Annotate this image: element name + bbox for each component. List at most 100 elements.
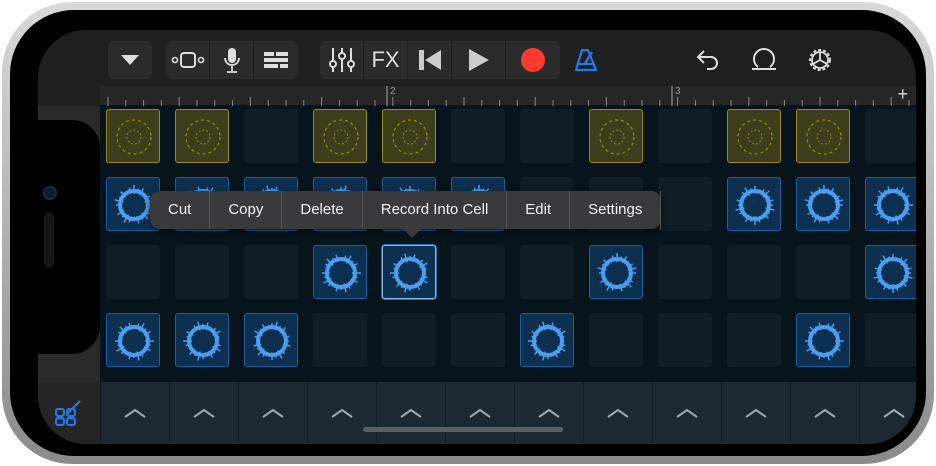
column-trigger[interactable] [169,382,238,444]
transport-group: FX [320,41,560,79]
waveform-ring-icon [323,119,359,155]
edit-grid-icon [55,400,81,426]
menu-record-into-cell[interactable]: Record Into Cell [363,191,508,229]
loop-cell[interactable] [106,313,160,367]
live-loops-grid [100,106,916,402]
loop-cell[interactable] [175,313,229,367]
loop-cell[interactable] [796,177,850,231]
loop-cell[interactable] [589,245,643,299]
view-menu-button[interactable] [108,41,152,79]
menu-copy[interactable]: Copy [210,191,283,229]
menu-edit[interactable]: Edit [507,191,571,229]
column-trigger[interactable] [859,382,916,444]
empty-cell[interactable] [658,177,712,231]
empty-cell[interactable] [796,245,850,299]
empty-cell[interactable] [865,313,916,367]
loop-cell[interactable] [520,313,574,367]
play-button[interactable] [452,41,506,79]
add-section-button[interactable]: + [897,84,908,105]
microphone-icon [223,48,240,73]
mic-button[interactable] [210,41,254,79]
waveform-ring-icon [115,322,154,361]
loop-cell[interactable] [589,109,643,163]
empty-cell[interactable] [451,109,505,163]
metronome-button[interactable] [566,41,606,79]
bar-marker-2: 2 [390,86,396,97]
metronome-icon [574,49,598,71]
mixer-button[interactable] [320,41,364,79]
empty-cell[interactable] [451,313,505,367]
loop-cell[interactable] [175,109,229,163]
fx-button[interactable]: FX [364,41,408,79]
loop-cell[interactable] [313,109,367,163]
undo-button[interactable] [688,41,728,79]
empty-cell[interactable] [865,109,916,163]
chevron-up-icon [193,408,215,418]
loop-cell[interactable] [727,177,781,231]
camera [43,186,57,200]
column-trigger[interactable] [514,382,583,444]
empty-cell[interactable] [727,313,781,367]
loop-cell[interactable] [382,245,436,299]
menu-pointer [403,229,421,238]
menu-cut[interactable]: Cut [150,191,211,229]
waveform-ring-icon [528,321,566,361]
column-trigger[interactable] [583,382,652,444]
loop-cell[interactable] [106,109,160,163]
loop-cell[interactable] [796,109,850,163]
empty-cell[interactable] [658,109,712,163]
waveform-ring-icon [597,253,637,292]
settings-button[interactable] [800,41,840,79]
empty-cell[interactable] [244,109,298,163]
menu-delete[interactable]: Delete [282,191,363,229]
waveform-ring-icon [874,186,913,225]
empty-cell[interactable] [451,245,505,299]
menu-settings[interactable]: Settings [570,191,662,229]
loop-cell[interactable] [727,109,781,163]
column-trigger[interactable] [445,382,514,444]
tracks-view-icon [264,52,288,68]
empty-cell[interactable] [658,245,712,299]
column-trigger[interactable] [307,382,376,444]
empty-cell[interactable] [520,109,574,163]
loop-cell[interactable] [313,245,367,299]
ruler-ticks [107,86,910,106]
empty-cell[interactable] [106,245,160,299]
loop-cell[interactable] [382,109,436,163]
empty-cell[interactable] [520,245,574,299]
go-to-start-button[interactable] [408,41,452,79]
loop-cell[interactable] [244,313,298,367]
chevron-up-icon [883,408,905,418]
column-trigger[interactable] [721,382,790,444]
record-button[interactable] [506,41,560,79]
column-trigger[interactable] [790,382,859,444]
column-triggers [38,382,916,444]
column-trigger[interactable] [652,382,721,444]
column-trigger[interactable] [238,382,307,444]
timeline-ruler[interactable]: 2 3 + [100,84,916,106]
play-icon [468,49,489,71]
empty-cell[interactable] [382,313,436,367]
loop-cell[interactable] [796,313,850,367]
edit-grid-button[interactable] [38,382,100,444]
chevron-up-icon [745,408,767,418]
empty-cell[interactable] [589,313,643,367]
empty-cell[interactable] [727,245,781,299]
waveform-ring-icon [873,254,913,293]
live-loops-button[interactable] [166,41,210,79]
loop-cell[interactable] [865,177,916,231]
browse-group [166,41,298,79]
waveform-ring-icon [185,119,221,155]
column-trigger[interactable] [100,382,169,444]
empty-cell[interactable] [313,313,367,367]
empty-cell[interactable] [244,245,298,299]
column-trigger[interactable] [376,382,445,444]
empty-cell[interactable] [658,313,712,367]
loop-browser-button[interactable] [744,41,784,79]
undo-icon [696,50,718,70]
chevron-up-icon [814,408,836,418]
loop-cell[interactable] [865,245,916,299]
empty-cell[interactable] [175,245,229,299]
tracks-view-button[interactable] [254,41,298,79]
waveform-ring-icon [322,254,361,293]
